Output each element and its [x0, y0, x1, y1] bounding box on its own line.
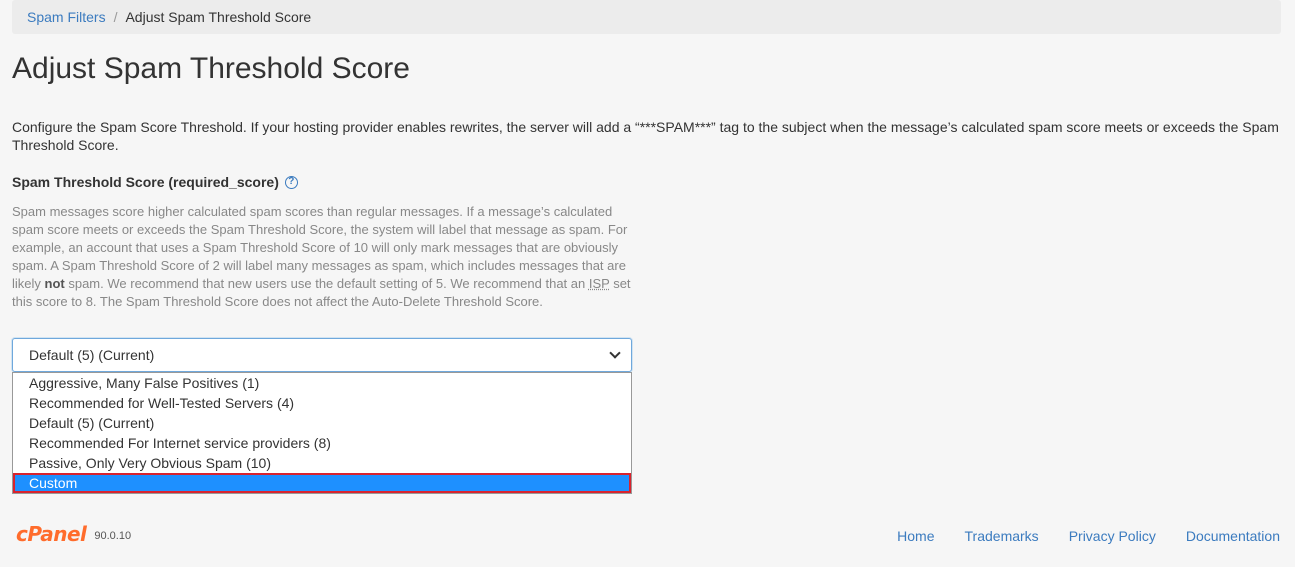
breadcrumb-separator: / — [113, 9, 118, 25]
footer-brand: cPanel 90.0.10 — [16, 522, 131, 546]
cpanel-logo[interactable]: cPanel — [16, 522, 87, 546]
help-text-part2: spam. We recommend that new users use th… — [64, 276, 589, 291]
intro-description: Configure the Spam Score Threshold. If y… — [12, 119, 1279, 153]
footer-link-home[interactable]: Home — [897, 528, 934, 544]
field-label-container: Spam Threshold Score (required_score) ? — [12, 174, 298, 190]
version-number: 90.0.10 — [94, 530, 132, 542]
option-recommended-isp[interactable]: Recommended For Internet service provide… — [13, 433, 631, 453]
chevron-down-icon — [609, 347, 621, 359]
breadcrumb-spam-filters-link[interactable]: Spam Filters — [27, 9, 106, 25]
footer-link-privacy-policy[interactable]: Privacy Policy — [1069, 528, 1156, 544]
help-text-bold: not — [44, 276, 65, 291]
footer-link-trademarks[interactable]: Trademarks — [965, 528, 1039, 544]
breadcrumb-current: Adjust Spam Threshold Score — [125, 9, 312, 25]
option-passive[interactable]: Passive, Only Very Obvious Spam (10) — [13, 453, 631, 473]
select-current-value: Default (5) (Current) — [29, 347, 155, 363]
breadcrumb: Spam Filters / Adjust Spam Threshold Sco… — [12, 0, 1281, 34]
spam-threshold-select[interactable]: Default (5) (Current) — [12, 338, 632, 372]
footer-link-documentation[interactable]: Documentation — [1186, 528, 1280, 544]
option-default[interactable]: Default (5) (Current) — [13, 413, 631, 433]
isp-abbr: ISP — [588, 276, 610, 291]
footer-links: Home Trademarks Privacy Policy Documenta… — [897, 528, 1280, 544]
option-custom[interactable]: Custom — [13, 473, 631, 493]
help-text: Spam messages score higher calculated sp… — [12, 203, 632, 311]
spam-threshold-dropdown: Aggressive, Many False Positives (1) Rec… — [12, 372, 632, 494]
question-circle-icon[interactable]: ? — [284, 175, 298, 189]
option-recommended-well-tested[interactable]: Recommended for Well-Tested Servers (4) — [13, 393, 631, 413]
page-title: Adjust Spam Threshold Score — [12, 52, 410, 85]
option-aggressive[interactable]: Aggressive, Many False Positives (1) — [13, 373, 631, 393]
spam-threshold-label: Spam Threshold Score (required_score) — [12, 174, 279, 190]
